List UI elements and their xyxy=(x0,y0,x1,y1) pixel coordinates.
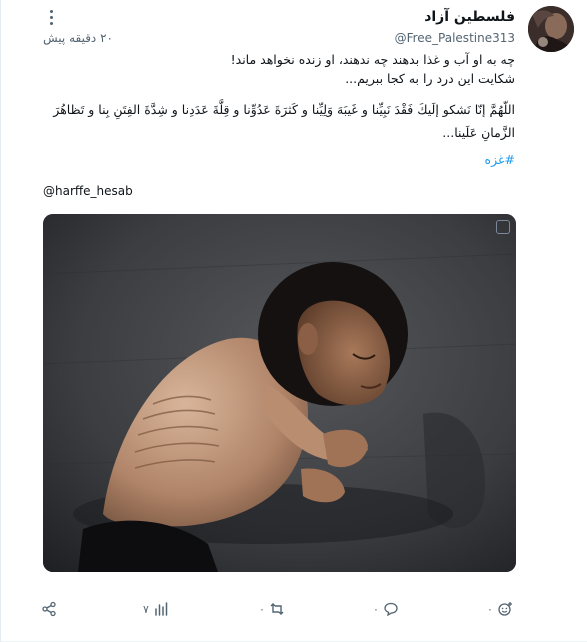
comment-count: ۰ xyxy=(373,602,379,616)
hashtag-link[interactable]: #غزه xyxy=(485,152,515,167)
post-dua-text: اللّهُمَّ إنّا نَشكو إلَيكَ فَقْدَ نَبِي… xyxy=(53,102,515,140)
post-photo xyxy=(43,214,516,572)
repost-icon xyxy=(270,603,284,615)
repost-button[interactable]: ۰ xyxy=(259,598,285,620)
share-button[interactable] xyxy=(41,598,57,620)
post-body-line-1: چه به او آب و غذا بدهند چه ندهند، او زند… xyxy=(230,52,515,67)
action-bar: ۷ ۰ ۰ ۰ xyxy=(41,598,512,620)
more-options-icon[interactable] xyxy=(45,8,57,26)
reaction-count: ۰ xyxy=(487,602,493,616)
media-expand-icon[interactable] xyxy=(496,220,510,234)
author-avatar[interactable] xyxy=(528,6,574,52)
post-body-line-2: شکایت این درد را به کجا ببریم... xyxy=(345,71,515,86)
share-icon xyxy=(42,601,56,617)
author-handle[interactable]: @Free_Palestine313 xyxy=(395,31,515,45)
comment-icon xyxy=(384,602,398,617)
views-chart-icon xyxy=(155,602,168,616)
post-image[interactable] xyxy=(43,214,516,572)
credit-handle[interactable]: @harffe_hesab xyxy=(43,184,133,198)
author-name[interactable]: فلسطین آزاد xyxy=(424,9,515,25)
repost-count: ۰ xyxy=(259,602,265,616)
views-count: ۷ xyxy=(143,602,149,616)
reaction-button[interactable]: ۰ xyxy=(487,598,513,620)
avatar-image xyxy=(528,6,574,52)
views-button[interactable]: ۷ xyxy=(143,598,169,620)
post-timestamp[interactable]: ۲۰ دقیقه پیش xyxy=(43,31,113,45)
post-card: فلسطین آزاد @Free_Palestine313 ۲۰ دقیقه … xyxy=(0,0,587,642)
add-reaction-icon xyxy=(498,602,512,616)
comment-button[interactable]: ۰ xyxy=(373,598,399,620)
